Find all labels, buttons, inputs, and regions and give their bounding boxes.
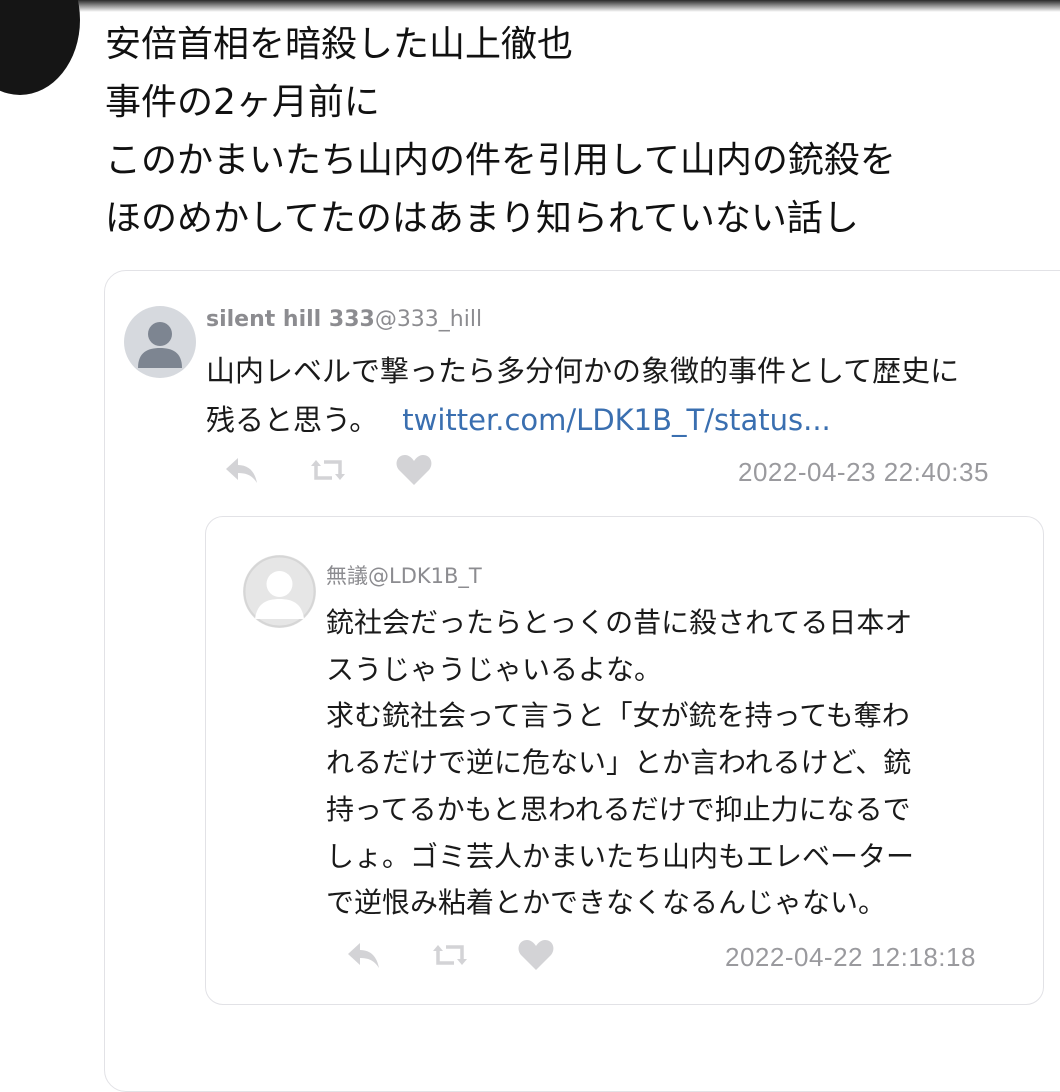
tweet-line: しょ。ゴミ芸人かまいたち山内もエレベーター	[326, 839, 915, 873]
tweet-line: 銃社会だったらとっくの昔に殺されてる日本オ	[326, 606, 913, 639]
user-handle: @333_hill	[374, 307, 483, 332]
display-name: 無議	[326, 564, 368, 588]
tweet-line: 持ってるかもと思われるだけで抑止力になるで	[326, 792, 911, 826]
quoted-tweet-actions	[222, 452, 434, 488]
tweet-line: 残ると思う。	[206, 403, 379, 437]
tweet-line: で逆恨み粘着とかできなくなるんじゃない。	[326, 886, 887, 920]
tweet-link[interactable]: twitter.com/LDK1B_T/status...	[402, 403, 831, 437]
default-avatar-icon[interactable]	[243, 555, 316, 628]
tweet-line: スうじゃうじゃいるよな。	[326, 652, 663, 686]
main-post-line: 事件の2ヶ月前に	[105, 82, 380, 123]
nested-tweet-actions	[344, 937, 556, 973]
main-post-line: 安倍首相を暗殺した山上徹也	[105, 24, 574, 65]
main-post-line: ほのめかしてたのはあまり知られていない話し	[105, 198, 859, 239]
top-edge-shadow	[0, 0, 1060, 12]
nested-tweet-timestamp[interactable]: 2022-04-22 12:18:18	[725, 942, 976, 973]
default-avatar-icon[interactable]	[124, 306, 196, 378]
display-name: silent hill 333	[206, 307, 375, 332]
reply-icon[interactable]	[222, 452, 262, 488]
quoted-tweet-timestamp[interactable]: 2022-04-23 22:40:35	[738, 457, 989, 488]
retweet-icon[interactable]	[308, 452, 348, 488]
quoted-tweet-author[interactable]: silent hill 333@333_hill	[206, 307, 482, 332]
main-post-line: このかまいたち山内の件を引用して山内の銃殺を	[105, 140, 896, 181]
like-icon[interactable]	[394, 452, 434, 488]
tweet-line: れるだけで逆に危ない」とか言われるけど、銃	[326, 746, 912, 780]
tweet-line: 山内レベルで撃ったら多分何かの象徴的事件として歴史に	[206, 354, 960, 388]
nested-tweet-text: 銃社会だったらとっくの昔に殺されてる日本オ スうじゃうじゃいるよな。 求む銃社会…	[326, 600, 914, 927]
retweet-icon[interactable]	[430, 937, 470, 973]
like-icon[interactable]	[516, 937, 556, 973]
reply-icon[interactable]	[344, 937, 384, 973]
main-post-text: 安倍首相を暗殺した山上徹也 事件の2ヶ月前に このかまいたち山内の件を引用して山…	[105, 16, 1055, 248]
tweet-line: 求む銃社会って言うと「女が銃を持っても奪わ	[326, 699, 910, 733]
user-handle: @LDK1B_T	[368, 564, 482, 588]
quoted-tweet-text: 山内レベルで撃ったら多分何かの象徴的事件として歴史に 残ると思う。 twitter…	[206, 347, 959, 445]
nested-tweet-author[interactable]: 無議@LDK1B_T	[326, 560, 482, 590]
author-avatar[interactable]	[0, 0, 80, 95]
